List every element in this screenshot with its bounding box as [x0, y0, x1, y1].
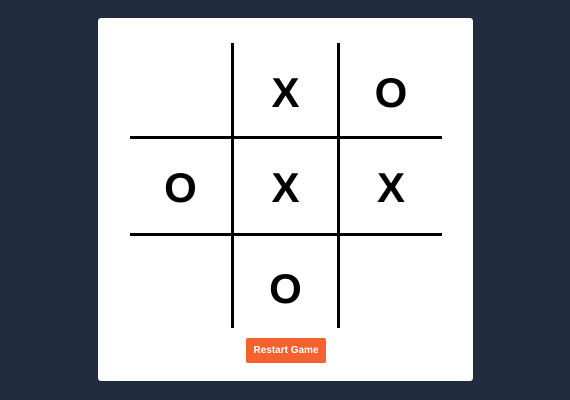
tic-tac-toe-board: X O O X X O — [130, 43, 442, 328]
board-cell-2-1[interactable]: O — [234, 236, 337, 341]
board-cell-1-0[interactable]: O — [130, 139, 231, 237]
board-cell-0-1[interactable]: X — [234, 43, 337, 143]
board-cell-1-2[interactable]: X — [340, 139, 442, 237]
game-card: X O O X X O Restart Game — [98, 18, 473, 381]
restart-game-button[interactable]: Restart Game — [246, 338, 326, 363]
board-cell-0-2[interactable]: O — [340, 43, 442, 143]
board-cell-2-0[interactable] — [130, 236, 231, 341]
board-cell-1-1[interactable]: X — [234, 139, 337, 237]
board-cell-0-0[interactable] — [130, 43, 231, 143]
board-cell-2-2[interactable] — [340, 236, 442, 341]
